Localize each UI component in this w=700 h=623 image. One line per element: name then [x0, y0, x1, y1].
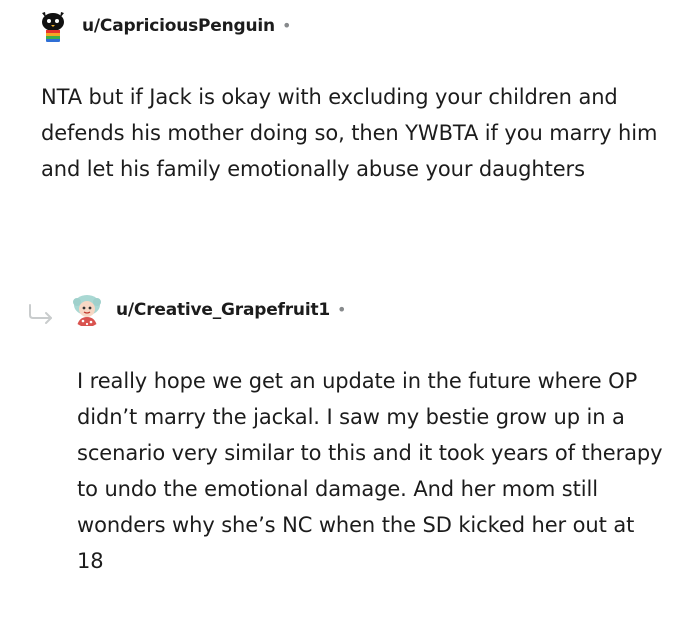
comment-header: u/CapriciousPenguin • [36, 8, 676, 44]
comment-body: NTA but if Jack is okay with excluding y… [41, 85, 658, 181]
username[interactable]: u/CapriciousPenguin [82, 16, 275, 36]
grapefruit-avatar-icon[interactable] [70, 293, 104, 327]
comment-body: I really hope we get an update in the fu… [77, 369, 663, 573]
comment: u/CapriciousPenguin • NTA but if Jack is… [36, 8, 676, 187]
penguin-avatar-icon[interactable] [36, 9, 70, 43]
separator-dot: • [337, 300, 347, 319]
separator-dot: • [281, 16, 292, 35]
reply-arrow-icon [27, 303, 57, 325]
username[interactable]: u/Creative_Grapefruit1 [116, 300, 330, 320]
comment-header: u/Creative_Grapefruit1 • [70, 292, 680, 328]
reply-comment: u/Creative_Grapefruit1 • I really hope w… [70, 292, 680, 579]
